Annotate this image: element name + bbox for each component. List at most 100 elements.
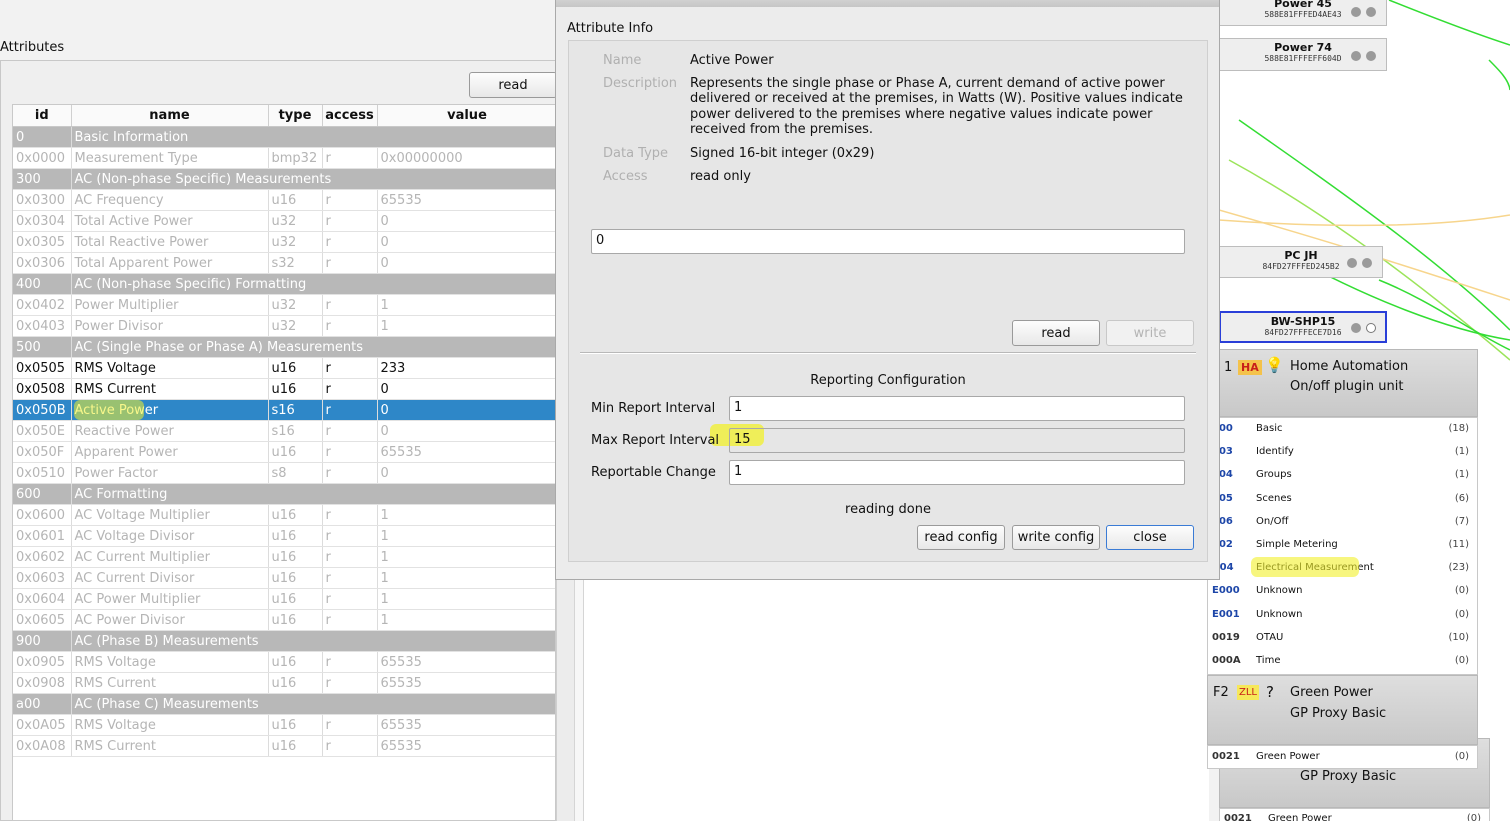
dialog-titlebar[interactable] xyxy=(556,0,1219,7)
table-row[interactable]: 0x0306 Total Apparent Power s32 r 0 xyxy=(13,252,555,274)
cluster-list[interactable]: 000 Basic (18) 003 Identify (1) 004 Groups (1) 00… xyxy=(1207,417,1478,675)
group-row[interactable]: 500 AC (Single Phase or Phase A) Measurem… xyxy=(13,336,555,358)
column-header-access[interactable]: access xyxy=(322,105,378,127)
cell-name: AC Voltage Divisor xyxy=(71,525,269,547)
endpoint-panel[interactable]: 1 HA 💡 Home Automation On/off plugin uni… xyxy=(1207,349,1478,771)
cell-value: 65535 xyxy=(377,714,555,736)
attributes-title: Attributes xyxy=(0,40,65,55)
write-button[interactable]: write xyxy=(1106,320,1194,346)
datatype-label: Data Type xyxy=(603,146,669,161)
table-row[interactable]: 0x0510 Power Factor s8 r 0 xyxy=(13,462,555,484)
cell-id: 0x0304 xyxy=(13,210,72,232)
table-row[interactable]: 0x0000 Measurement Type bmp32 r 0x00000000 xyxy=(13,147,555,169)
node-port-icon[interactable] xyxy=(1351,323,1361,333)
cluster-row[interactable]: 0021 Green Power (0) xyxy=(1220,808,1489,821)
table-row[interactable]: 0x0300 AC Frequency u16 r 65535 xyxy=(13,189,555,211)
cell-access: r xyxy=(322,567,378,589)
group-row[interactable]: 300 AC (Non-phase Specific) Measurements xyxy=(13,168,555,190)
reportable-change-input[interactable]: 1 xyxy=(729,460,1185,485)
cell-name: RMS Current xyxy=(71,378,269,400)
cluster-row[interactable]: 003 Identify (1) xyxy=(1208,441,1477,464)
table-row[interactable]: 0x0305 Total Reactive Power u32 r 0 xyxy=(13,231,555,253)
scrollbar[interactable] xyxy=(574,580,584,821)
node-port-icon[interactable] xyxy=(1351,51,1361,61)
endpoint-header[interactable]: 1 HA 💡 Home Automation On/off plugin uni… xyxy=(1219,349,1478,417)
min-interval-input[interactable]: 1 xyxy=(729,396,1185,421)
cluster-row[interactable]: 0019 OTAU (10) xyxy=(1208,627,1477,650)
table-row[interactable]: 0x0604 AC Power Multiplier u16 r 1 xyxy=(13,588,555,610)
cluster-row[interactable]: 000A Time (0) xyxy=(1208,650,1477,673)
node-port-icon[interactable] xyxy=(1366,7,1376,17)
table-row[interactable]: 0x050E Reactive Power s16 r 0 xyxy=(13,420,555,442)
table-row[interactable]: 0x0402 Power Multiplier u32 r 1 xyxy=(13,294,555,316)
group-row[interactable]: 400 AC (Non-phase Specific) Formatting xyxy=(13,273,555,295)
column-header-name[interactable]: name xyxy=(71,105,269,127)
close-button[interactable]: close xyxy=(1106,525,1194,550)
group-row[interactable]: a00 AC (Phase C) Measurements xyxy=(13,693,555,715)
group-name: Basic Information xyxy=(71,126,555,148)
table-row[interactable]: 0x0A08 RMS Current u16 r 65535 xyxy=(13,735,555,757)
cluster-count: (0) xyxy=(1454,751,1469,762)
node-power-74[interactable]: Power 74 588E81FFFEFF604D xyxy=(1219,38,1387,71)
column-header-id[interactable]: id xyxy=(13,105,72,127)
cluster-row[interactable]: 0021 Green Power (0) xyxy=(1208,746,1477,769)
cluster-count: (0) xyxy=(1466,813,1481,821)
max-interval-input[interactable]: 15 xyxy=(729,428,1185,453)
cell-id: 0x050E xyxy=(13,420,72,442)
table-row[interactable]: 0x0A05 RMS Voltage u16 r 65535 xyxy=(13,714,555,736)
table-row[interactable]: 0x0600 AC Voltage Multiplier u16 r 1 xyxy=(13,504,555,526)
write-config-button[interactable]: write config xyxy=(1012,525,1100,550)
node-port-icon[interactable] xyxy=(1362,258,1372,268)
table-row[interactable]: 0x0603 AC Current Divisor u16 r 1 xyxy=(13,567,555,589)
cell-id: 0x0505 xyxy=(13,357,72,379)
cluster-name: Simple Metering xyxy=(1256,539,1338,550)
read-config-button[interactable]: read config xyxy=(917,525,1005,550)
table-row[interactable]: 0x0304 Total Active Power u32 r 0 xyxy=(13,210,555,232)
attributes-table[interactable]: id name type access value 0 Basic Informa… xyxy=(12,104,556,821)
table-row[interactable]: 0x0908 RMS Current u16 r 65535 xyxy=(13,672,555,694)
node-power-45[interactable]: Power 45 588E81FFFED4AE43 xyxy=(1219,0,1387,26)
table-row[interactable]: 0x050F Apparent Power u16 r 65535 xyxy=(13,441,555,463)
cluster-row[interactable]: 006 On/Off (7) xyxy=(1208,511,1477,534)
table-row[interactable]: 0x0403 Power Divisor u32 r 1 xyxy=(13,315,555,337)
cell-type: s32 xyxy=(268,252,323,274)
gp-endpoint-header[interactable]: F2 ZLL ? Green Power GP Proxy Basic xyxy=(1207,675,1478,745)
table-row[interactable]: 0x0601 AC Voltage Divisor u16 r 1 xyxy=(13,525,555,547)
cluster-row[interactable]: 004 Groups (1) xyxy=(1208,464,1477,487)
cell-value: 0 xyxy=(377,231,555,253)
cell-type: s8 xyxy=(268,462,323,484)
node-port-icon[interactable] xyxy=(1347,258,1357,268)
cluster-row[interactable]: 000 Basic (18) xyxy=(1208,418,1477,441)
table-row[interactable]: 0x0905 RMS Voltage u16 r 65535 xyxy=(13,651,555,673)
node-bw-shp15[interactable]: BW-SHP15 84FD27FFFECE7D16 xyxy=(1219,311,1387,343)
cell-access: r xyxy=(322,714,378,736)
reportable-change-label: Reportable Change xyxy=(591,465,716,480)
cluster-row[interactable]: E001 Unknown (0) xyxy=(1208,604,1477,627)
cluster-row[interactable]: 702 Simple Metering (11) xyxy=(1208,534,1477,557)
cell-value: 0 xyxy=(377,252,555,274)
group-row[interactable]: 0 Basic Information xyxy=(13,126,555,148)
node-port-icon[interactable] xyxy=(1366,51,1376,61)
group-id: 300 xyxy=(13,168,72,190)
cell-access: r xyxy=(322,231,378,253)
value-input[interactable]: 0 xyxy=(591,229,1185,254)
gp-cluster-list[interactable]: 0021 Green Power (0) xyxy=(1207,745,1478,769)
cell-id: 0x050B xyxy=(13,399,72,421)
cluster-name: Scenes xyxy=(1256,492,1292,504)
read-button[interactable]: read xyxy=(1012,320,1100,346)
node-port-icon[interactable] xyxy=(1351,7,1361,17)
cluster-row[interactable]: E000 Unknown (0) xyxy=(1208,580,1477,603)
column-header-type[interactable]: type xyxy=(268,105,323,127)
name-value: Active Power xyxy=(690,53,774,68)
table-row[interactable]: 0x0508 RMS Current u16 r 0 xyxy=(13,378,555,400)
group-row[interactable]: 600 AC Formatting xyxy=(13,483,555,505)
group-row[interactable]: 900 AC (Phase B) Measurements xyxy=(13,630,555,652)
attributes-read-button[interactable]: read xyxy=(469,72,557,98)
table-row[interactable]: 0x0602 AC Current Multiplier u16 r 1 xyxy=(13,546,555,568)
table-row[interactable]: 0x0505 RMS Voltage u16 r 233 xyxy=(13,357,555,379)
node-port-selected-icon[interactable] xyxy=(1366,323,1376,333)
table-row[interactable]: 0x0605 AC Power Divisor u16 r 1 xyxy=(13,609,555,631)
cluster-row[interactable]: 005 Scenes (6) xyxy=(1208,488,1477,511)
column-header-value[interactable]: value xyxy=(377,105,555,127)
node-pc-jh[interactable]: PC JH 84FD27FFFED245B2 xyxy=(1219,246,1383,278)
